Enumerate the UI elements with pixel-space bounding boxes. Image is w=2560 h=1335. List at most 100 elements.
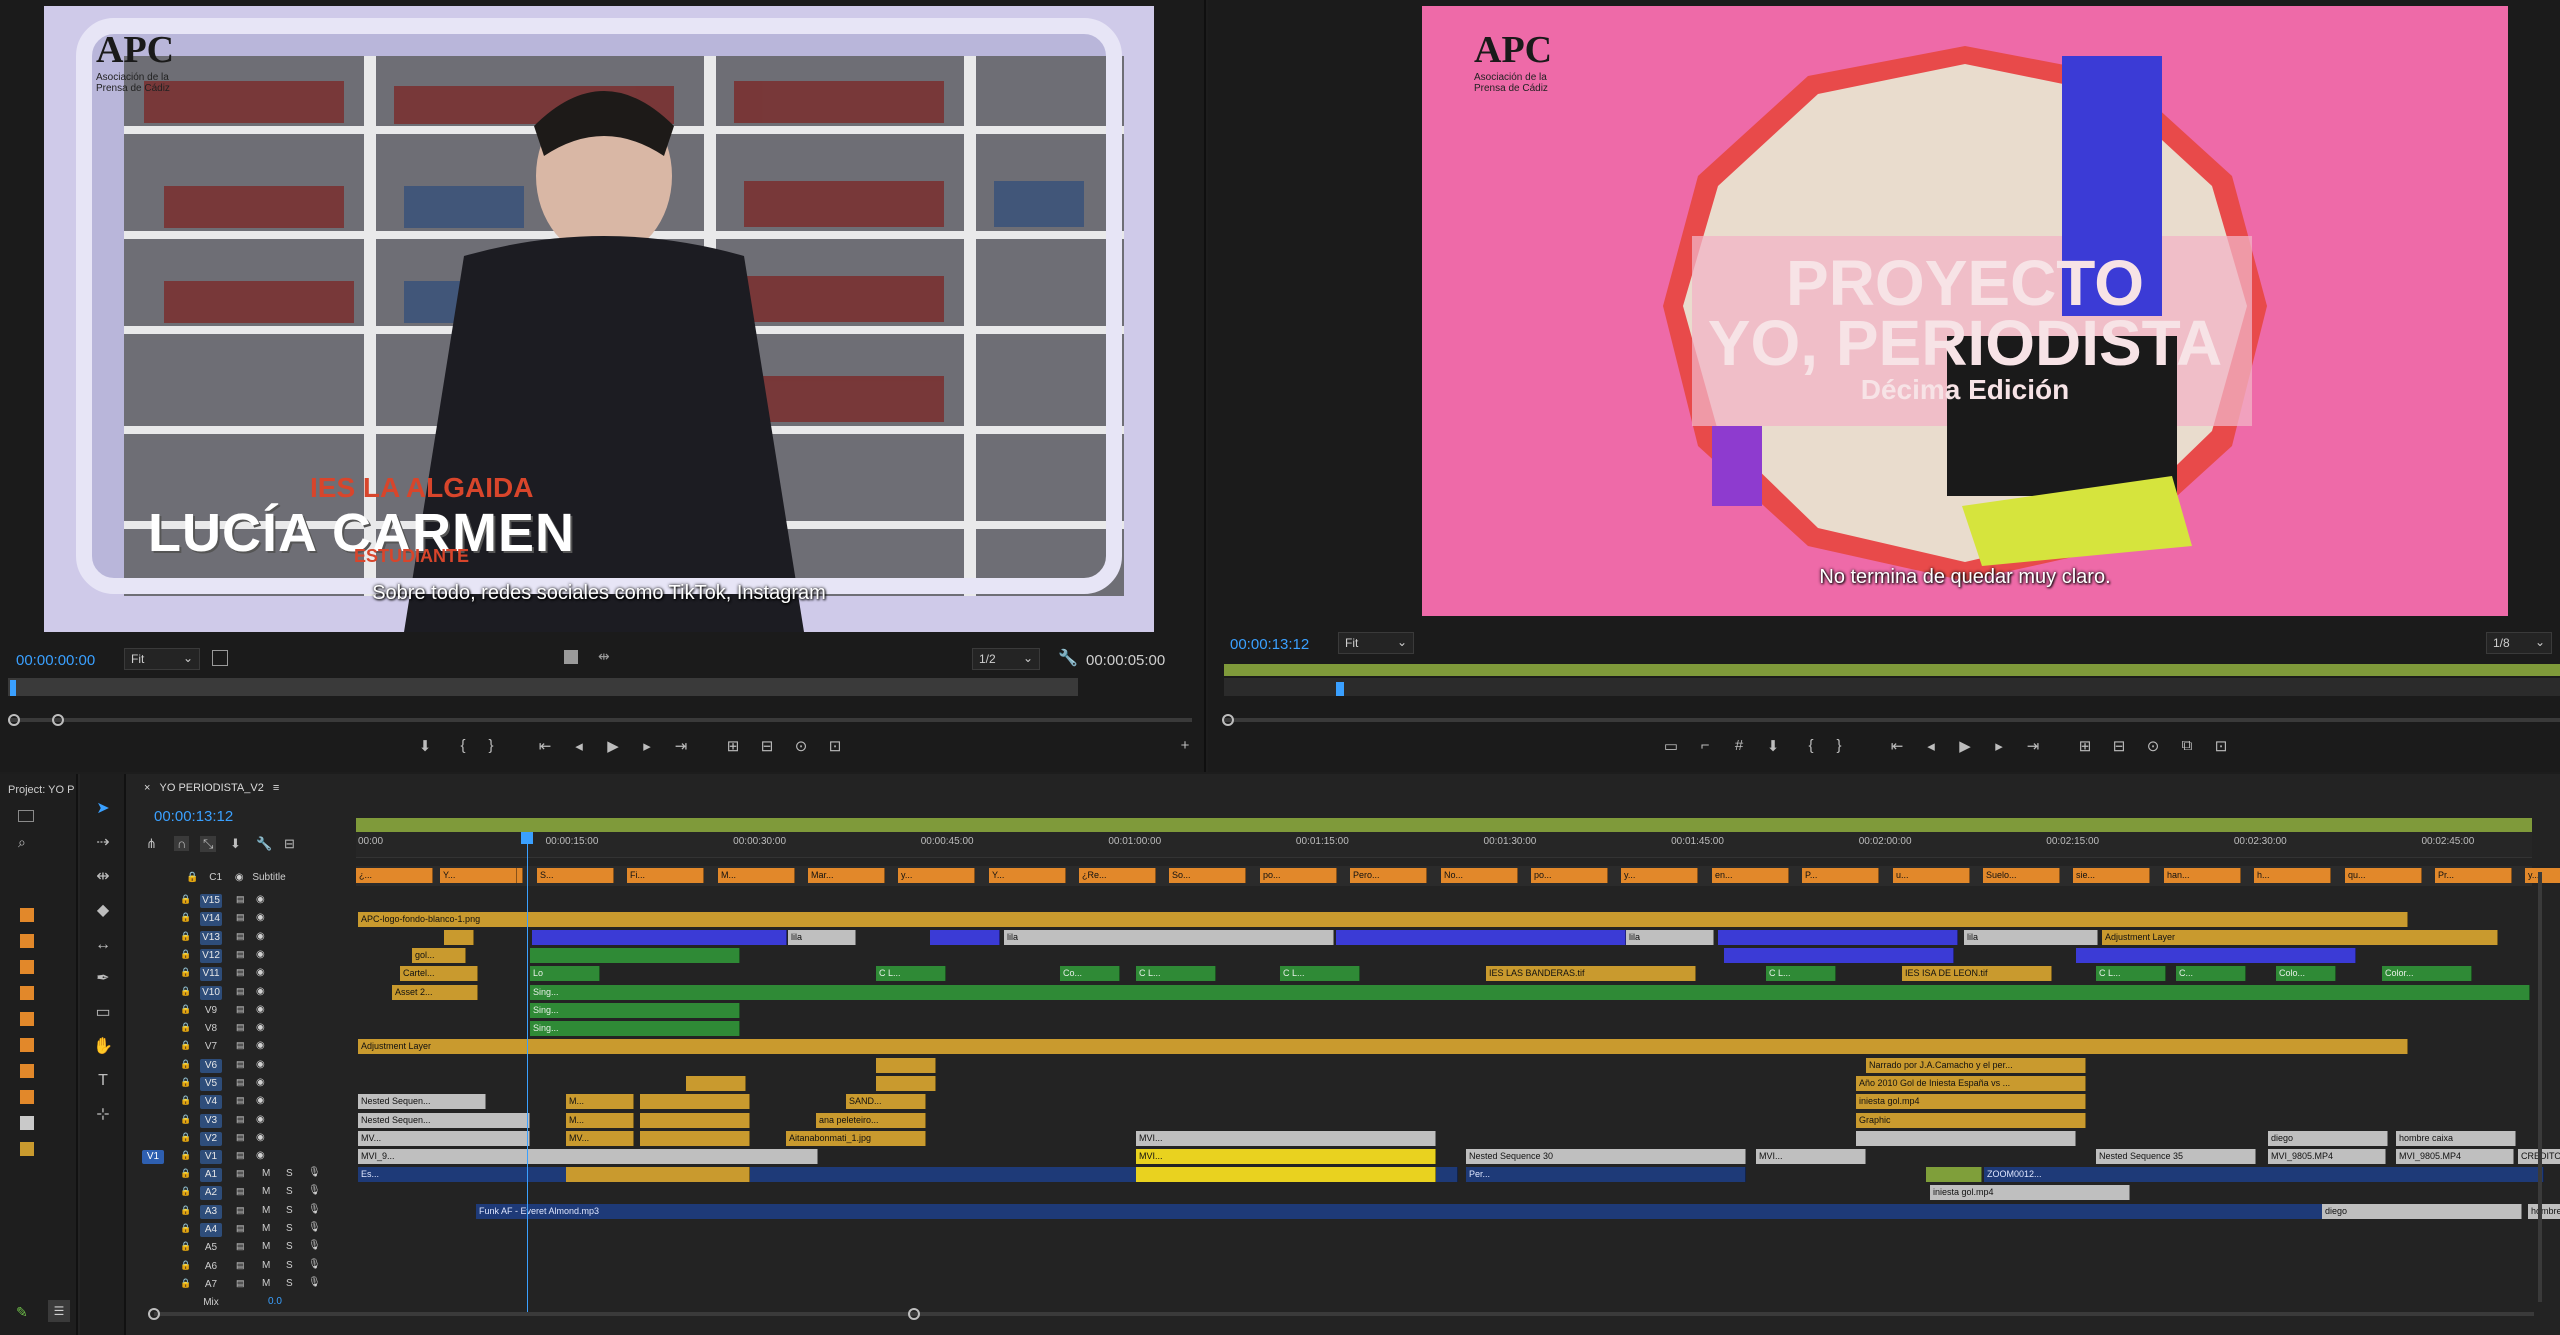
mic-icon[interactable]: 🎙 [308, 1277, 321, 1288]
source-resolution-dropdown[interactable]: 1/2 ⌄ [972, 648, 1040, 670]
program-playhead[interactable] [1336, 682, 1344, 696]
lock-icon[interactable]: 🔒 [180, 1059, 191, 1070]
mic-icon[interactable]: 🎙 [308, 1259, 321, 1270]
clip-cl[interactable]: C L... [2096, 966, 2166, 982]
video-track-label[interactable]: V11 [200, 967, 222, 982]
sync-lock-icon[interactable]: ▤ [236, 1040, 245, 1051]
extract-icon[interactable]: ⊟ [2108, 737, 2130, 755]
clip-ana[interactable]: ana peleteiro... [816, 1112, 926, 1128]
clip-blue[interactable] [930, 929, 1000, 945]
project-item-1[interactable] [20, 908, 34, 922]
clip-mvi9[interactable]: MVI_9... [358, 1149, 818, 1165]
go-to-out-icon[interactable]: ⇥ [670, 737, 692, 755]
clip-gold[interactable] [444, 929, 474, 945]
video-track-label[interactable]: V1 [200, 1150, 222, 1165]
audio-clip-iniesta[interactable]: iniesta gol.mp4 [1930, 1185, 2130, 1201]
video-track-label[interactable]: V9 [200, 1004, 222, 1018]
project-item-9[interactable] [20, 1116, 34, 1130]
source-playhead[interactable] [10, 680, 16, 696]
audio-track-label[interactable]: Mix [200, 1296, 222, 1310]
solo-icon[interactable]: S [286, 1223, 293, 1234]
clip-cl[interactable]: C L... [1280, 966, 1360, 982]
solo-icon[interactable]: S [286, 1278, 293, 1289]
mute-icon[interactable]: M [262, 1223, 270, 1234]
source-patch-v1[interactable]: V1 [142, 1150, 164, 1165]
eye-icon[interactable]: ◉ [256, 949, 265, 960]
lock-icon[interactable]: 🔒 [180, 1168, 191, 1179]
audio-clip-hombre[interactable]: hombre ca... [2528, 1203, 2560, 1219]
scroll-handle-left[interactable] [1222, 714, 1234, 726]
rectangle-icon[interactable]: ▭ [90, 1000, 116, 1026]
clip-cl[interactable]: C L... [1766, 966, 1836, 982]
sync-lock-icon[interactable]: ▤ [236, 1186, 245, 1197]
audio-track-label[interactable]: A4 [200, 1222, 222, 1237]
clip-cl[interactable]: C L... [1136, 966, 1216, 982]
lock-icon[interactable]: 🔒 [180, 1004, 191, 1015]
clip-grey[interactable] [1856, 1130, 2076, 1146]
clip-ies-isa[interactable]: IES ISA DE LEON.tif [1902, 966, 2052, 982]
type-icon[interactable]: T [90, 1068, 116, 1094]
sync-lock-icon[interactable]: ▤ [236, 1022, 245, 1033]
eye-icon[interactable]: ◉ [256, 1150, 265, 1161]
project-item-2[interactable] [20, 934, 34, 948]
solo-icon[interactable]: S [286, 1168, 293, 1179]
mute-icon[interactable]: M [262, 1260, 270, 1271]
audio-track-label[interactable]: A7 [200, 1278, 222, 1292]
lock-icon[interactable]: 🔒 [180, 1077, 191, 1088]
clip-iniesta[interactable]: iniesta gol.mp4 [1856, 1094, 2086, 1110]
sync-lock-icon[interactable]: ▤ [236, 986, 245, 997]
clip-gold[interactable] [876, 1076, 936, 1091]
clip-adjustment[interactable]: Adjustment Layer [2102, 929, 2498, 945]
audio-clip-music[interactable]: Funk AF - Everet Almond.mp3 [476, 1203, 2456, 1219]
sync-lock-icon[interactable]: ▤ [236, 1059, 245, 1070]
overwrite-icon[interactable]: ⊟ [756, 737, 778, 755]
clip-sand[interactable]: SAND... [846, 1094, 926, 1110]
lock-icon[interactable]: 🔒 [180, 1114, 191, 1125]
mute-icon[interactable]: M [262, 1205, 270, 1216]
lock-icon[interactable]: 🔒 [180, 912, 191, 923]
clip-sing[interactable]: Sing... [530, 1021, 740, 1037]
clip-logo[interactable]: APC-logo-fondo-blanco-1.png [358, 912, 2408, 928]
clip-cdot[interactable]: C... [2176, 966, 2246, 982]
timeline-scrollbar[interactable] [154, 1312, 2534, 1316]
selection-tool-icon[interactable]: ➤ [90, 796, 116, 822]
sync-lock-icon[interactable]: ▤ [236, 1132, 245, 1143]
sync-lock-icon[interactable]: ▤ [236, 894, 245, 905]
step-forward-icon[interactable]: ▸ [1988, 737, 2010, 755]
eye-icon[interactable]: ◉ [256, 1132, 265, 1143]
clip-mvi[interactable]: MVI... [1136, 1149, 1436, 1165]
eye-icon[interactable]: ◉ [256, 1022, 265, 1033]
sync-lock-icon[interactable]: ▤ [236, 1114, 245, 1125]
search-icon[interactable]: ⌕ [18, 834, 26, 851]
mic-icon[interactable]: 🎙 [308, 1204, 321, 1215]
list-view-icon[interactable]: ☰ [48, 1300, 70, 1322]
project-panel-title[interactable]: Project: YO P [8, 784, 76, 796]
timeline-playhead-line[interactable] [527, 832, 528, 1312]
timeline-playhead-head[interactable] [521, 832, 533, 844]
eye-icon[interactable]: ◉ [256, 1095, 265, 1106]
clip-color[interactable]: Color... [2382, 966, 2472, 982]
go-to-in-icon[interactable]: ⇤ [534, 737, 556, 755]
project-item-8[interactable] [20, 1090, 34, 1104]
video-track-label[interactable]: V14 [200, 912, 222, 927]
solo-icon[interactable]: S [286, 1260, 293, 1271]
video-track-label[interactable]: V8 [200, 1022, 222, 1036]
clip-lila[interactable]: lila [788, 929, 856, 945]
lock-icon[interactable]: 🔒 [180, 949, 191, 960]
video-track-label[interactable]: V2 [200, 1131, 222, 1146]
video-track-label[interactable]: V4 [200, 1095, 222, 1110]
project-item-5[interactable] [20, 1012, 34, 1026]
audio-clip-yellow[interactable] [1136, 1167, 1436, 1182]
source-time-ruler[interactable] [8, 678, 1078, 696]
audio-track-label[interactable]: A3 [200, 1204, 222, 1219]
sync-lock-icon[interactable]: ▤ [236, 1260, 245, 1271]
clip-adjustment[interactable]: Adjustment Layer [358, 1039, 2408, 1055]
add-marker-icon[interactable]: ⬇ [1762, 737, 1784, 755]
track-select-icon[interactable]: ⇢ [90, 830, 116, 856]
clip-m[interactable]: M... [566, 1112, 634, 1128]
clip-diego[interactable]: diego [2268, 1130, 2388, 1146]
audio-clip-gold[interactable] [566, 1167, 750, 1182]
new-bin-icon[interactable] [18, 810, 34, 822]
project-item-7[interactable] [20, 1064, 34, 1078]
sync-lock-icon[interactable]: ▤ [236, 1223, 245, 1234]
